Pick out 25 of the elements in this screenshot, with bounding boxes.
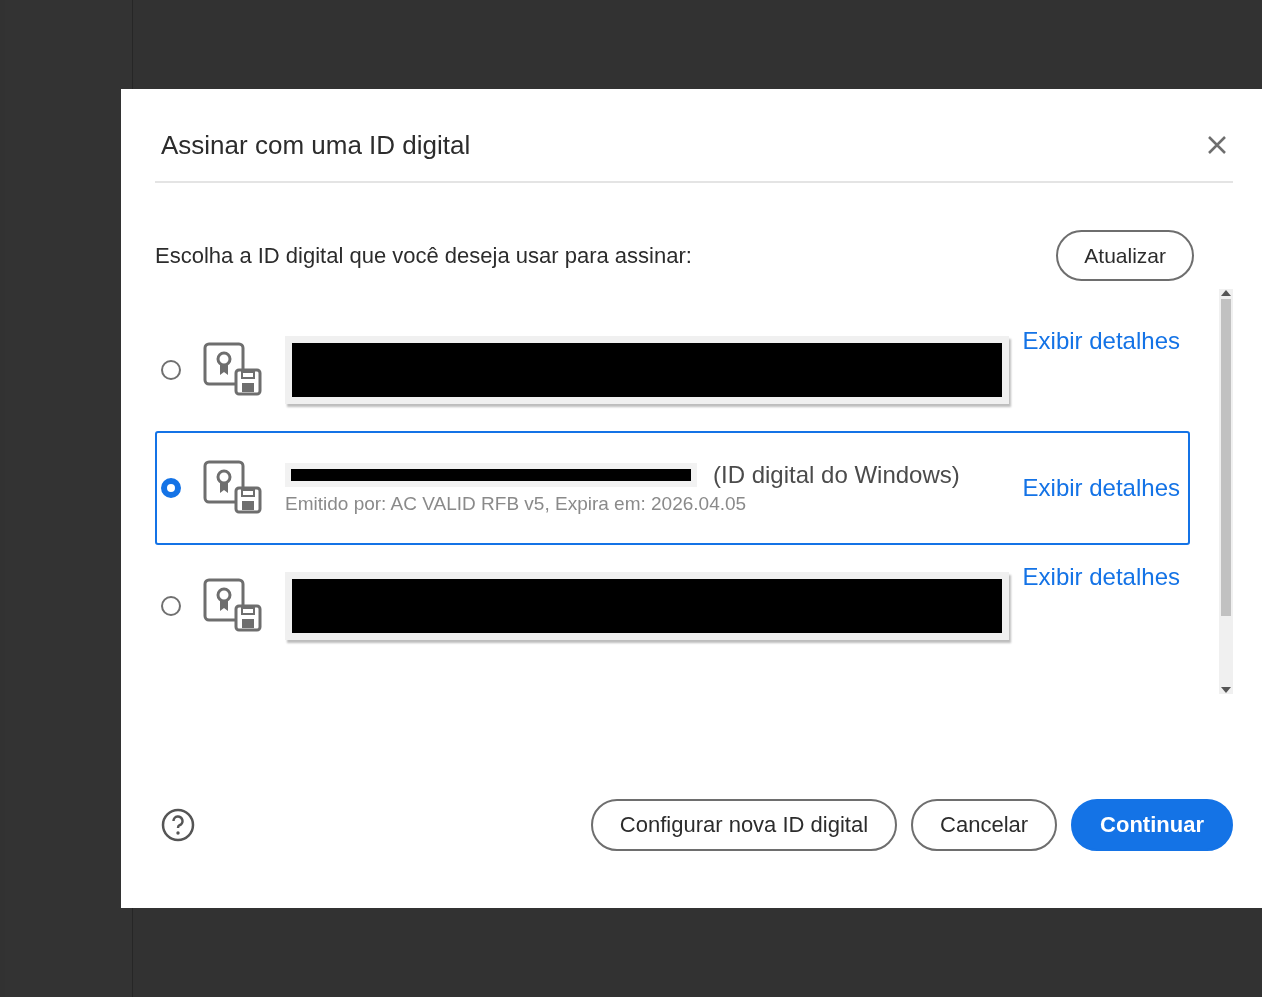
- certificate-icon: [203, 578, 263, 634]
- details-link[interactable]: Exibir detalhes: [1022, 563, 1180, 591]
- dialog-button[interactable]: Configurar nova ID digital: [590, 799, 898, 851]
- digital-id-row[interactable]: (ID digital do Windows) Emitido por: AC VALID RFB v5, Expira em: 2026.04.05 Exibir detalhes: [155, 431, 1190, 545]
- close-icon: [1207, 135, 1227, 155]
- radio-button[interactable]: [161, 360, 181, 380]
- issuer-text: Emitido por: AC VALID RFB v5, Expira em: 2026.04.05: [285, 493, 748, 515]
- radio-button[interactable]: [161, 596, 181, 616]
- digital-id-row[interactable]: Exibir detalhes: [155, 313, 1190, 427]
- id-type-text: (ID digital do Windows): [713, 461, 960, 489]
- refresh-button[interactable]: Atualizar: [1056, 230, 1194, 281]
- dialog-button[interactable]: Cancelar: [911, 799, 1058, 851]
- details-link[interactable]: Exibir detalhes: [1022, 474, 1180, 502]
- scroll-down-icon: [1220, 686, 1232, 694]
- certificate-icon: [203, 460, 263, 516]
- instruction-text: Escolha a ID digital que você deseja usar para assinar:: [155, 242, 692, 269]
- scroll-up-icon: [1220, 289, 1232, 297]
- help-icon[interactable]: [161, 808, 195, 842]
- certificate-icon: [203, 342, 263, 398]
- digital-id-row[interactable]: Exibir detalhes: [155, 549, 1190, 663]
- continue-button[interactable]: Continuar: [1071, 799, 1233, 851]
- dialog-title: Assinar com uma ID digital: [161, 128, 471, 161]
- radio-button[interactable]: [161, 478, 181, 498]
- scrollbar[interactable]: [1219, 289, 1233, 694]
- details-link[interactable]: Exibir detalhes: [1022, 327, 1180, 355]
